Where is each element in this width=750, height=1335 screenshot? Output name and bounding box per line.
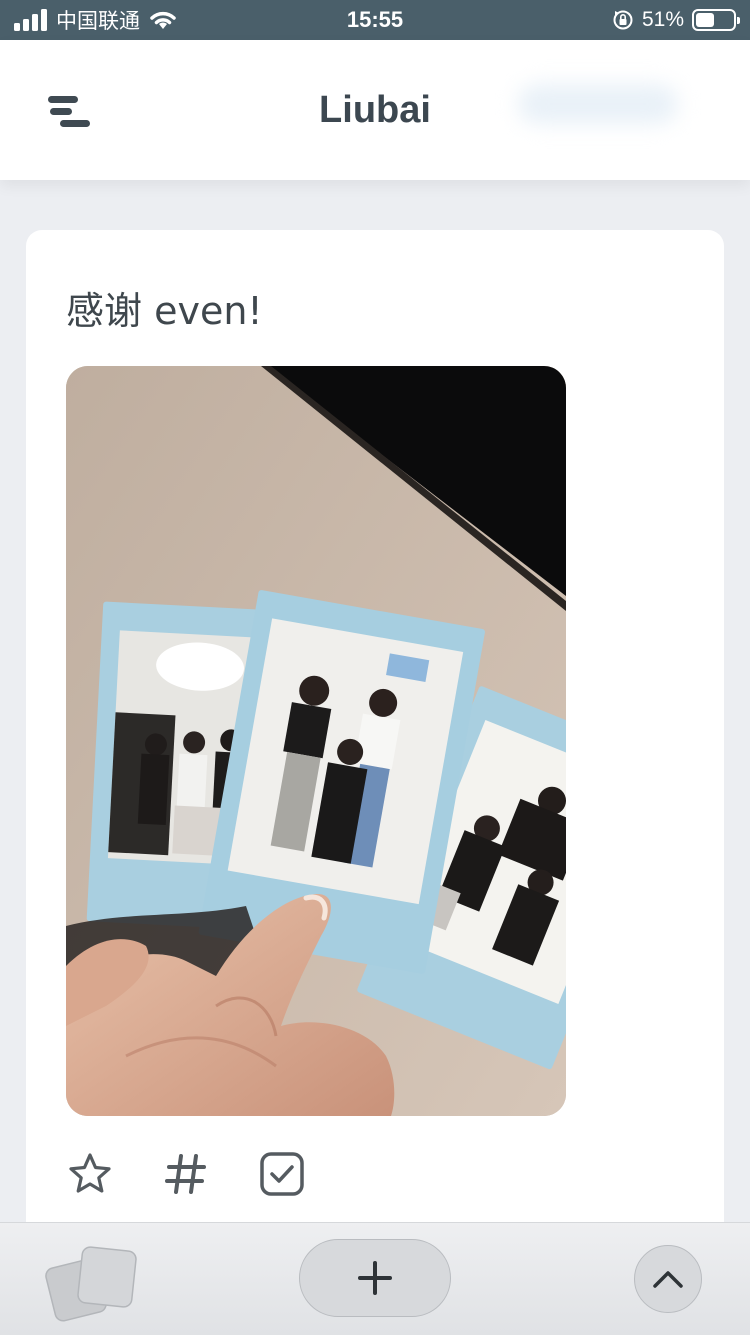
post-actions — [66, 1150, 306, 1198]
bottom-toolbar — [0, 1222, 750, 1335]
post-card[interactable]: 感谢 even! — [26, 230, 724, 1240]
photo-illustration — [66, 366, 566, 1116]
post-text: 感谢 even! — [66, 289, 263, 333]
status-right: 51% — [612, 0, 740, 40]
status-bar: 中国联通 15:55 51% — [0, 0, 750, 40]
battery-fill — [696, 13, 714, 27]
star-icon[interactable] — [66, 1150, 114, 1198]
post-image[interactable] — [66, 366, 566, 1116]
checkbox-icon[interactable] — [258, 1150, 306, 1198]
cards-icon[interactable] — [44, 1235, 144, 1325]
hash-icon[interactable] — [162, 1150, 210, 1198]
battery-percent: 51% — [641, 8, 684, 31]
add-button[interactable] — [299, 1239, 451, 1317]
chevron-up-icon — [653, 1271, 683, 1288]
battery-icon — [692, 9, 740, 31]
plus-icon — [358, 1261, 392, 1295]
app-header: Liubai — [0, 40, 750, 180]
orientation-lock-icon — [613, 10, 633, 30]
scroll-top-button[interactable] — [634, 1245, 702, 1313]
header-blurred-element — [518, 84, 678, 124]
